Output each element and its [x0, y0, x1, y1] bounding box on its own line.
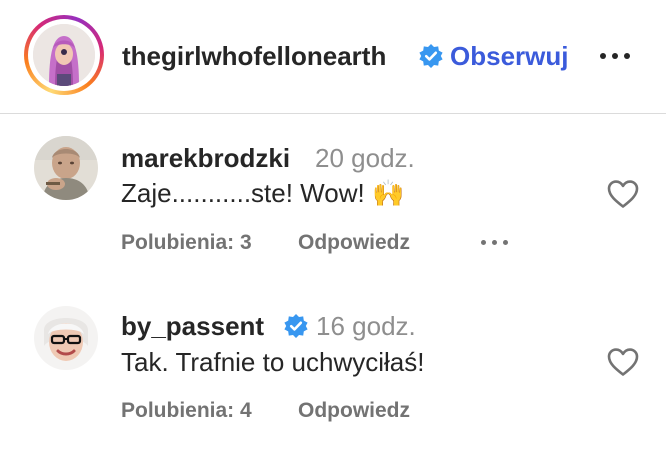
owner-story-ring[interactable] — [24, 15, 104, 95]
follow-button[interactable]: Obserwuj — [450, 40, 568, 72]
owner-avatar[interactable] — [33, 24, 95, 86]
like-heart-icon[interactable] — [606, 179, 640, 209]
owner-username[interactable]: thegirlwhofellonearth — [122, 40, 386, 72]
comment-text: Tak. Trafnie to uchwyciłaś! — [121, 347, 425, 377]
comment-time[interactable]: 16 godz. — [316, 310, 416, 342]
comment-avatar-marekbrodzki[interactable] — [34, 136, 98, 200]
comment-username[interactable]: marekbrodzki — [121, 142, 290, 174]
likes-count[interactable]: Polubienia: 3 — [121, 230, 252, 256]
comment-avatar-by_passent[interactable] — [34, 306, 98, 370]
comment-username[interactable]: by_passent — [121, 310, 264, 342]
reply-button[interactable]: Odpowiedz — [298, 398, 410, 424]
likes-count[interactable]: Polubienia: 4 — [121, 398, 252, 424]
like-heart-icon[interactable] — [606, 347, 640, 377]
reply-button[interactable]: Odpowiedz — [298, 230, 410, 256]
comment-text: Zaje...........ste! Wow! 🙌 — [121, 177, 404, 210]
verified-badge-icon — [284, 314, 308, 338]
comment-more-icon[interactable] — [477, 232, 513, 252]
post-header: thegirlwhofellonearth Obserwuj — [0, 0, 666, 114]
comment-time[interactable]: 20 godz. — [315, 142, 415, 174]
more-options-icon[interactable] — [597, 46, 633, 66]
raising-hands-emoji: 🙌 — [371, 179, 405, 209]
verified-badge-icon — [419, 44, 443, 68]
comment-text-body: Zaje...........ste! Wow! — [121, 178, 365, 208]
